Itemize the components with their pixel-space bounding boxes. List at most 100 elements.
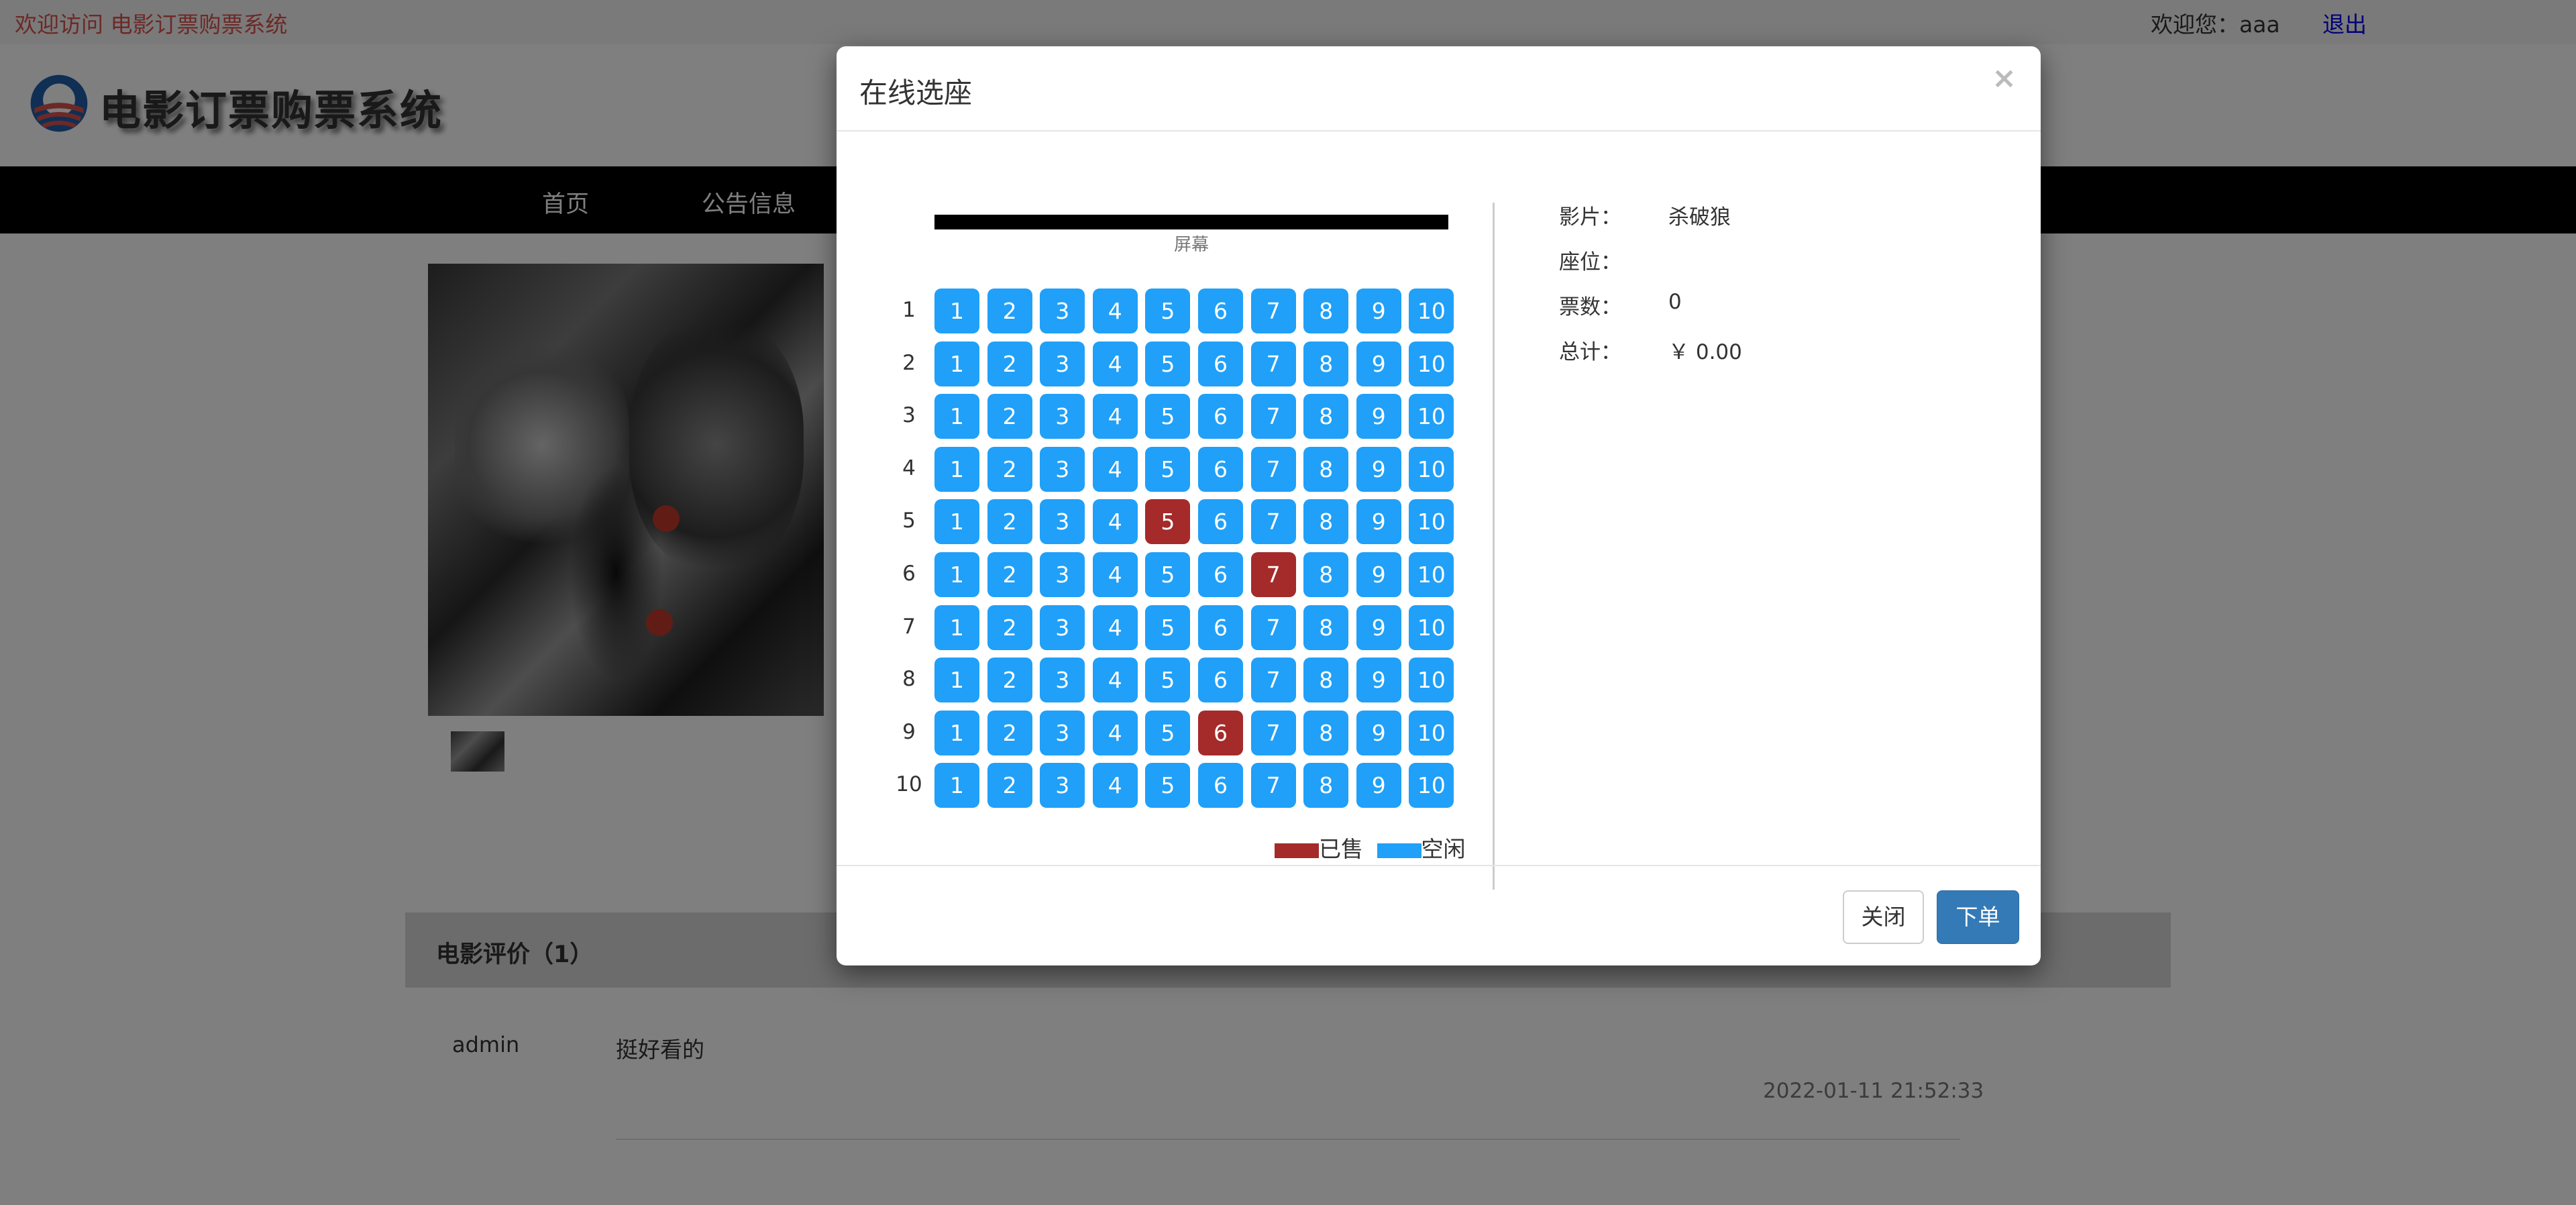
seat-available[interactable]: 6 [1198, 289, 1243, 333]
seat-available[interactable]: 7 [1250, 763, 1296, 808]
seat-available[interactable]: 4 [1092, 605, 1138, 650]
seat-available[interactable]: 5 [1145, 394, 1191, 439]
seat-available[interactable]: 1 [934, 710, 979, 755]
seat-sold[interactable]: 7 [1250, 552, 1296, 597]
seat-available[interactable]: 6 [1198, 446, 1243, 492]
seat-available[interactable]: 9 [1356, 710, 1401, 755]
seat-available[interactable]: 1 [934, 446, 979, 492]
seat-available[interactable]: 8 [1303, 394, 1349, 439]
seat-available[interactable]: 7 [1250, 446, 1296, 492]
seat-available[interactable]: 3 [1040, 710, 1085, 755]
seat-available[interactable]: 4 [1092, 289, 1138, 333]
seat-available[interactable]: 6 [1198, 341, 1243, 386]
seat-available[interactable]: 8 [1303, 605, 1349, 650]
seat-available[interactable]: 4 [1092, 658, 1138, 703]
seat-available[interactable]: 7 [1250, 499, 1296, 545]
seat-available[interactable]: 8 [1303, 289, 1349, 333]
seat-available[interactable]: 8 [1303, 446, 1349, 492]
seat-available[interactable]: 5 [1145, 605, 1191, 650]
seat-available[interactable]: 2 [987, 552, 1032, 597]
seat-available[interactable]: 10 [1409, 394, 1454, 439]
seat-available[interactable]: 10 [1409, 289, 1454, 333]
seat-available[interactable]: 10 [1409, 605, 1454, 650]
seat-available[interactable]: 8 [1303, 710, 1349, 755]
seat-available[interactable]: 2 [987, 341, 1032, 386]
seat-available[interactable]: 1 [934, 605, 979, 650]
seat-available[interactable]: 1 [934, 394, 979, 439]
seat-available[interactable]: 9 [1356, 552, 1401, 597]
seat-available[interactable]: 5 [1145, 289, 1191, 333]
seat-available[interactable]: 10 [1409, 658, 1454, 703]
seat-available[interactable]: 4 [1092, 394, 1138, 439]
seat-available[interactable]: 10 [1409, 446, 1454, 492]
seat-available[interactable]: 1 [934, 499, 979, 545]
order-button[interactable]: 下单 [1937, 890, 2019, 944]
seat-available[interactable]: 6 [1198, 499, 1243, 545]
seat-available[interactable]: 3 [1040, 658, 1085, 703]
seat-available[interactable]: 7 [1250, 710, 1296, 755]
seat-available[interactable]: 3 [1040, 763, 1085, 808]
seat-available[interactable]: 3 [1040, 552, 1085, 597]
seat-available[interactable]: 2 [987, 499, 1032, 545]
seat-available[interactable]: 1 [934, 658, 979, 703]
seat-available[interactable]: 10 [1409, 499, 1454, 545]
seat-available[interactable]: 8 [1303, 763, 1349, 808]
seat-available[interactable]: 2 [987, 289, 1032, 333]
seat-available[interactable]: 4 [1092, 552, 1138, 597]
seat-available[interactable]: 5 [1145, 658, 1191, 703]
seat-available[interactable]: 3 [1040, 289, 1085, 333]
seat-available[interactable]: 6 [1198, 605, 1243, 650]
seat-available[interactable]: 10 [1409, 552, 1454, 597]
seat-available[interactable]: 2 [987, 658, 1032, 703]
close-button[interactable]: 关闭 [1843, 890, 1924, 944]
seat-available[interactable]: 10 [1409, 710, 1454, 755]
seat-available[interactable]: 1 [934, 289, 979, 333]
seat-available[interactable]: 8 [1303, 658, 1349, 703]
seat-available[interactable]: 5 [1145, 763, 1191, 808]
seat-sold[interactable]: 5 [1145, 499, 1191, 545]
seat-available[interactable]: 8 [1303, 552, 1349, 597]
seat-sold[interactable]: 6 [1198, 710, 1243, 755]
seat-available[interactable]: 4 [1092, 499, 1138, 545]
seat-available[interactable]: 3 [1040, 394, 1085, 439]
seat-available[interactable]: 8 [1303, 499, 1349, 545]
seat-available[interactable]: 6 [1198, 658, 1243, 703]
seat-available[interactable]: 5 [1145, 341, 1191, 386]
seat-available[interactable]: 9 [1356, 341, 1401, 386]
seat-available[interactable]: 7 [1250, 605, 1296, 650]
seat-available[interactable]: 2 [987, 394, 1032, 439]
close-icon[interactable]: × [1992, 61, 2017, 95]
seat-available[interactable]: 8 [1303, 341, 1349, 386]
seat-available[interactable]: 7 [1250, 658, 1296, 703]
seat-available[interactable]: 7 [1250, 394, 1296, 439]
seat-available[interactable]: 1 [934, 763, 979, 808]
seat-available[interactable]: 2 [987, 446, 1032, 492]
seat-available[interactable]: 5 [1145, 446, 1191, 492]
seat-available[interactable]: 3 [1040, 446, 1085, 492]
seat-available[interactable]: 3 [1040, 499, 1085, 545]
seat-available[interactable]: 4 [1092, 446, 1138, 492]
seat-available[interactable]: 9 [1356, 658, 1401, 703]
seat-available[interactable]: 1 [934, 341, 979, 386]
seat-available[interactable]: 2 [987, 763, 1032, 808]
seat-available[interactable]: 9 [1356, 499, 1401, 545]
seat-available[interactable]: 9 [1356, 394, 1401, 439]
seat-available[interactable]: 6 [1198, 394, 1243, 439]
seat-available[interactable]: 9 [1356, 446, 1401, 492]
seat-available[interactable]: 9 [1356, 289, 1401, 333]
seat-available[interactable]: 10 [1409, 341, 1454, 386]
seat-available[interactable]: 9 [1356, 605, 1401, 650]
seat-available[interactable]: 4 [1092, 341, 1138, 386]
seat-available[interactable]: 9 [1356, 763, 1401, 808]
seat-available[interactable]: 3 [1040, 341, 1085, 386]
seat-available[interactable]: 5 [1145, 552, 1191, 597]
seat-available[interactable]: 4 [1092, 710, 1138, 755]
seat-available[interactable]: 5 [1145, 710, 1191, 755]
seat-available[interactable]: 3 [1040, 605, 1085, 650]
seat-available[interactable]: 7 [1250, 341, 1296, 386]
seat-available[interactable]: 2 [987, 710, 1032, 755]
seat-available[interactable]: 4 [1092, 763, 1138, 808]
seat-available[interactable]: 10 [1409, 763, 1454, 808]
seat-available[interactable]: 6 [1198, 763, 1243, 808]
seat-available[interactable]: 6 [1198, 552, 1243, 597]
